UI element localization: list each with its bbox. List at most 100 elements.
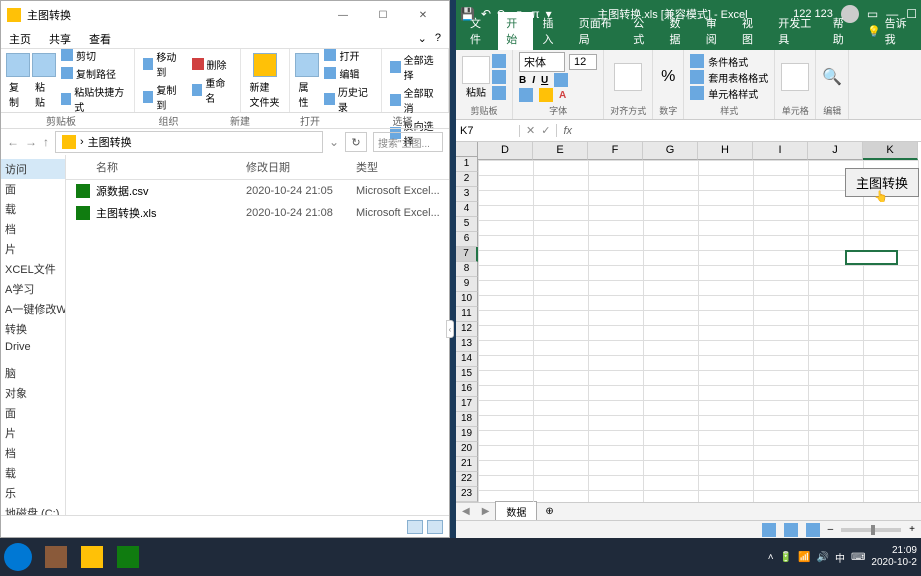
paste-icon[interactable] — [462, 56, 490, 84]
file-row[interactable]: 主图转换.xls 2020-10-24 21:08 Microsoft Exce… — [66, 202, 449, 224]
cell[interactable] — [479, 461, 534, 476]
cell[interactable] — [534, 176, 589, 191]
cell[interactable] — [699, 341, 754, 356]
cell[interactable] — [644, 356, 699, 371]
row-header[interactable]: 8 — [456, 262, 478, 277]
cell[interactable] — [864, 356, 919, 371]
border-icon[interactable] — [519, 88, 533, 102]
cell[interactable] — [699, 251, 754, 266]
cell[interactable] — [479, 176, 534, 191]
tab-home[interactable]: 开始 — [498, 12, 532, 50]
cell[interactable] — [589, 386, 644, 401]
cell[interactable] — [699, 446, 754, 461]
cell[interactable] — [699, 431, 754, 446]
table-format-button[interactable]: 套用表格格式 — [690, 70, 768, 85]
cell[interactable] — [809, 221, 864, 236]
open-button[interactable]: 打开 — [322, 47, 374, 64]
font-name-select[interactable]: 宋体 — [519, 52, 565, 72]
column-header[interactable]: J — [808, 142, 863, 160]
cell[interactable] — [644, 191, 699, 206]
cell[interactable] — [754, 371, 809, 386]
refresh-button[interactable]: ↻ — [345, 132, 367, 152]
sidebar-item[interactable]: 对象 — [1, 383, 65, 403]
cell[interactable] — [754, 476, 809, 491]
italic-button[interactable]: I — [532, 75, 535, 86]
font-color-button[interactable]: A — [559, 90, 566, 101]
cell[interactable] — [754, 281, 809, 296]
row-header[interactable]: 4 — [456, 202, 478, 217]
cell[interactable] — [534, 236, 589, 251]
cell[interactable] — [479, 326, 534, 341]
copy-path-button[interactable]: 复制路径 — [59, 65, 128, 82]
sidebar-item[interactable]: Drive — [1, 339, 65, 355]
sidebar-item[interactable]: 片 — [1, 423, 65, 443]
keyboard-icon[interactable]: ⌨ — [851, 552, 865, 563]
cell[interactable] — [809, 296, 864, 311]
cell[interactable] — [534, 356, 589, 371]
cell[interactable] — [699, 461, 754, 476]
cell[interactable] — [589, 356, 644, 371]
wifi-icon[interactable]: 📶 — [798, 552, 810, 563]
sidebar-item[interactable]: 片 — [1, 239, 65, 259]
page-break-view-icon[interactable] — [806, 523, 820, 537]
cell[interactable] — [479, 356, 534, 371]
icons-view-button[interactable] — [427, 520, 443, 534]
row-header[interactable]: 12 — [456, 322, 478, 337]
copy-icon[interactable] — [492, 70, 506, 84]
column-type[interactable]: 类型 — [356, 159, 449, 175]
row-header[interactable]: 2 — [456, 172, 478, 187]
paste-button[interactable]: 粘贴 — [33, 51, 55, 111]
cell[interactable] — [534, 416, 589, 431]
cell[interactable] — [864, 221, 919, 236]
sheet-nav-prev[interactable]: ◀ — [456, 506, 476, 517]
close-button[interactable]: ✕ — [403, 2, 443, 28]
enter-icon[interactable]: ✓ — [541, 124, 550, 137]
tab-share[interactable]: 共享 — [49, 31, 71, 47]
cell[interactable] — [809, 461, 864, 476]
cell[interactable] — [644, 446, 699, 461]
cell[interactable] — [754, 431, 809, 446]
cell[interactable] — [644, 251, 699, 266]
cell[interactable] — [589, 191, 644, 206]
row-header[interactable]: 11 — [456, 307, 478, 322]
row-header[interactable]: 1 — [456, 157, 478, 172]
cell[interactable] — [589, 266, 644, 281]
cell[interactable] — [479, 236, 534, 251]
edit-button[interactable]: 编辑 — [322, 65, 374, 82]
cell[interactable] — [809, 401, 864, 416]
sidebar-item[interactable]: 档 — [1, 219, 65, 239]
cell[interactable] — [589, 491, 644, 503]
row-header[interactable]: 5 — [456, 217, 478, 232]
select-all-cell[interactable] — [456, 142, 478, 157]
border-button[interactable] — [554, 73, 568, 87]
cell[interactable] — [864, 206, 919, 221]
cell[interactable] — [699, 161, 754, 176]
row-header[interactable]: 13 — [456, 337, 478, 352]
cells-icon[interactable] — [781, 63, 809, 91]
history-button[interactable]: 历史记录 — [322, 83, 374, 115]
cell[interactable] — [534, 311, 589, 326]
cell[interactable] — [644, 476, 699, 491]
cell[interactable] — [699, 491, 754, 503]
cell[interactable] — [589, 401, 644, 416]
cell[interactable] — [534, 251, 589, 266]
cell[interactable] — [699, 401, 754, 416]
cell[interactable] — [534, 476, 589, 491]
row-header[interactable]: 19 — [456, 427, 478, 442]
cell[interactable] — [699, 221, 754, 236]
paste-shortcut-button[interactable]: 粘贴快捷方式 — [59, 83, 128, 115]
cell[interactable] — [699, 476, 754, 491]
tell-me[interactable]: 💡告诉我 — [861, 12, 915, 50]
sidebar-item[interactable]: 面 — [1, 403, 65, 423]
path-segment[interactable]: 主图转换 — [88, 134, 132, 150]
select-all-button[interactable]: 全部选择 — [388, 51, 442, 83]
sidebar-item[interactable]: 档 — [1, 443, 65, 463]
cell[interactable] — [589, 371, 644, 386]
cell[interactable] — [479, 431, 534, 446]
cell[interactable] — [589, 251, 644, 266]
cell[interactable] — [809, 491, 864, 503]
cell[interactable] — [699, 176, 754, 191]
tab-view[interactable]: 查看 — [89, 31, 111, 47]
column-header[interactable]: F — [588, 142, 643, 160]
cell[interactable] — [809, 476, 864, 491]
